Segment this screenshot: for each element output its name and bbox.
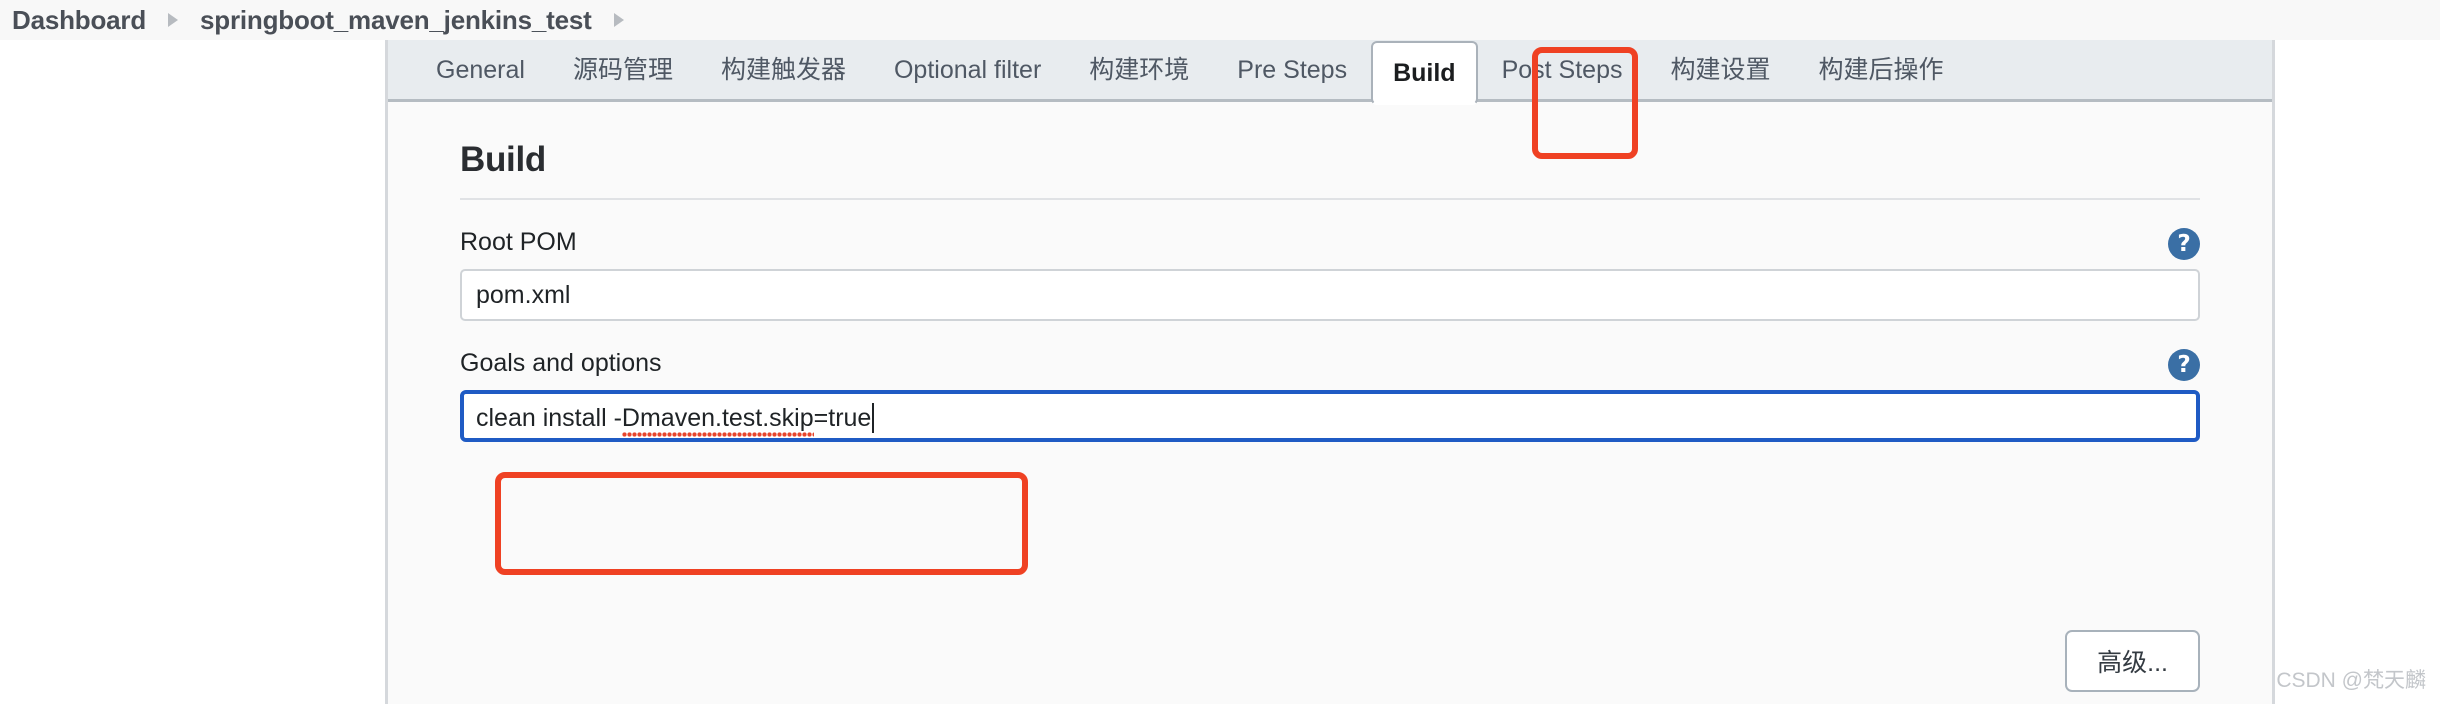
tab-post-steps[interactable]: Post Steps [1478, 44, 1647, 96]
chevron-right-icon-trailing [592, 10, 646, 30]
breadcrumb-bar: Dashboard springboot_maven_jenkins_test [0, 0, 2440, 40]
heading-divider [460, 198, 2200, 200]
advanced-button[interactable]: 高级... [2065, 630, 2200, 692]
chevron-right-icon [146, 10, 200, 30]
field-goals-and-options: Goals and options ? clean install - Dmave… [460, 349, 2200, 442]
config-panel: General 源码管理 构建触发器 Optional filter 构建环境 … [385, 40, 2275, 704]
help-circle-icon-goals[interactable]: ? [2168, 349, 2200, 381]
tab-pre-steps[interactable]: Pre Steps [1213, 44, 1371, 96]
breadcrumb-item-dashboard[interactable]: Dashboard [12, 5, 146, 36]
tab-build-environment[interactable]: 构建环境 [1065, 44, 1213, 96]
tab-scm[interactable]: 源码管理 [549, 44, 697, 96]
config-tab-bar: General 源码管理 构建触发器 Optional filter 构建环境 … [388, 40, 2272, 105]
csdn-watermark: CSDN @梵天麟 [2276, 669, 2426, 692]
goals-input[interactable] [460, 390, 2200, 442]
tab-general[interactable]: General [412, 44, 549, 96]
tab-build[interactable]: Build [1371, 40, 1478, 105]
help-circle-icon-root-pom[interactable]: ? [2168, 228, 2200, 260]
goals-label: Goals and options [460, 349, 662, 377]
build-section: Build Root POM ? Goals and options ? cle… [388, 105, 2272, 442]
tab-build-triggers[interactable]: 构建触发器 [697, 44, 870, 96]
field-root-pom: Root POM ? [460, 228, 2200, 321]
root-pom-input[interactable] [460, 269, 2200, 321]
advanced-button-row: 高级... [388, 630, 2272, 692]
root-pom-label: Root POM [460, 228, 577, 256]
breadcrumb-item-job[interactable]: springboot_maven_jenkins_test [200, 5, 592, 36]
page-title: Build [460, 140, 546, 179]
tab-post-build-actions[interactable]: 构建后操作 [1795, 44, 1968, 96]
tab-build-settings[interactable]: 构建设置 [1646, 44, 1794, 96]
goals-input-wrapper: clean install - Dmaven.test.skip =true [460, 390, 2200, 442]
tab-optional-filter[interactable]: Optional filter [870, 44, 1065, 96]
